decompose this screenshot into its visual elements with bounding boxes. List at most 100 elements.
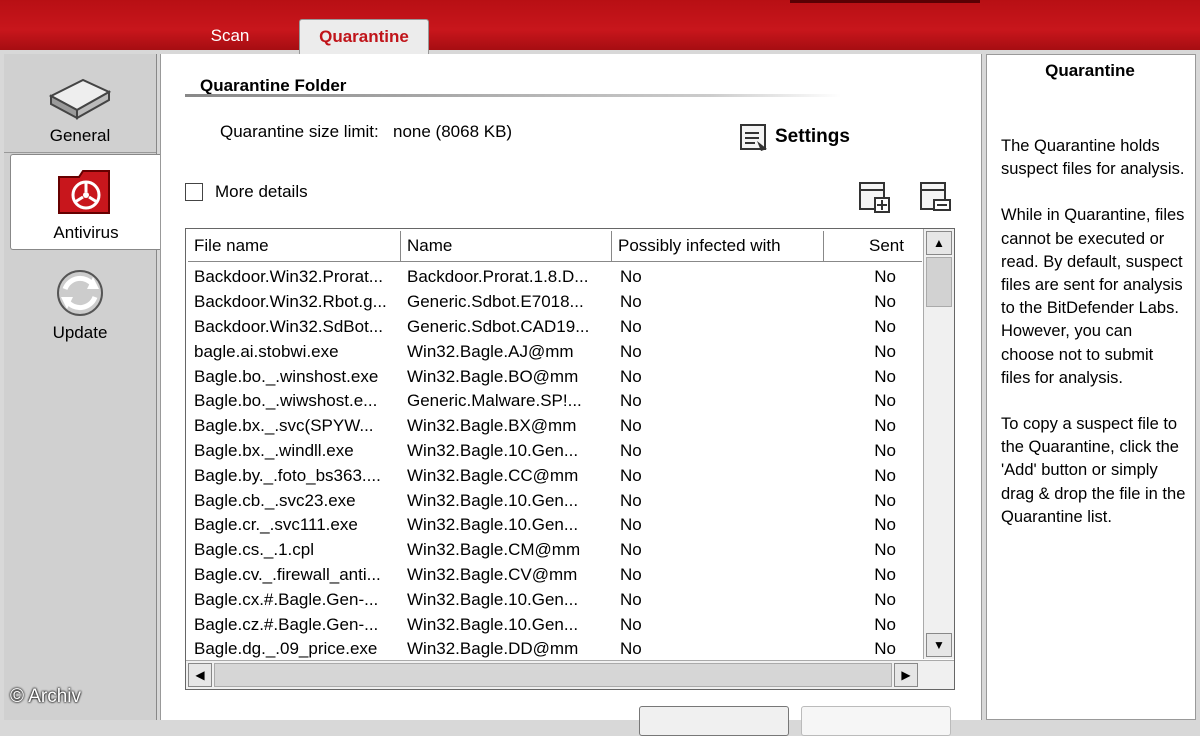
sidebar-item-label: Antivirus	[53, 223, 119, 242]
remove-file-icon[interactable]	[918, 180, 952, 214]
cell-file-name: Bagle.cz.#.Bagle.Gen-...	[194, 614, 379, 634]
cell-sent: No	[874, 316, 896, 336]
cell-infected-with: No	[620, 515, 642, 535]
column-header-name[interactable]: Name	[401, 231, 612, 261]
more-details-option[interactable]: More details	[185, 182, 308, 202]
cell-infected-with: No	[620, 440, 642, 460]
table-row[interactable]: Bagle.dg._.09_price.exe Win32.Bagle.DD@mm…	[188, 637, 922, 662]
cell-file-name: Bagle.bo._.wiwshost.e...	[194, 391, 378, 411]
cell-name: Win32.Bagle.10.Gen...	[407, 515, 579, 535]
table-row[interactable]: Bagle.by._.foto_bs363.... Win32.Bagle.CC@…	[188, 463, 922, 488]
column-header-file-name[interactable]: File name	[188, 231, 401, 261]
cell-name: Win32.Bagle.CC@mm	[407, 465, 579, 485]
table-row[interactable]: Bagle.cv._.firewall_anti... Win32.Bagle.C…	[188, 563, 922, 588]
dialog-button-secondary[interactable]	[801, 706, 951, 736]
quarantine-table[interactable]: File name Name Possibly infected with Se…	[185, 228, 955, 690]
size-limit-value: none (8068 KB)	[393, 122, 513, 141]
cell-file-name: Backdoor.Win32.Prorat...	[194, 267, 383, 287]
size-limit-label: Quarantine size limit:	[220, 122, 379, 141]
table-row[interactable]: Bagle.cz.#.Bagle.Gen-... Win32.Bagle.10.G…	[188, 612, 922, 637]
table-row[interactable]: Bagle.cr._.svc111.exe Win32.Bagle.10.Gen.…	[188, 513, 922, 538]
cell-file-name: Backdoor.Win32.Rbot.g...	[194, 292, 387, 312]
more-details-label: More details	[215, 182, 308, 201]
dialog-button-primary[interactable]	[639, 706, 789, 736]
cell-sent: No	[874, 391, 896, 411]
cell-infected-with: No	[620, 465, 642, 485]
sidebar-item-update[interactable]: Update	[4, 254, 156, 349]
help-paragraph: The Quarantine holds suspect files for a…	[1001, 137, 1185, 179]
settings-label: Settings	[775, 126, 850, 147]
help-title: Quarantine	[1045, 61, 1135, 80]
table-row[interactable]: Backdoor.Win32.Rbot.g... Generic.Sdbot.E7…	[188, 290, 922, 315]
cell-sent: No	[874, 639, 896, 659]
cell-file-name: Bagle.cx.#.Bagle.Gen-...	[194, 589, 379, 609]
title-band	[790, 0, 980, 3]
cell-infected-with: No	[620, 614, 642, 634]
cell-file-name: Bagle.cr._.svc111.exe	[194, 515, 358, 535]
scroll-right-icon[interactable]: ▶	[894, 663, 918, 687]
settings-icon	[740, 124, 767, 151]
table-row[interactable]: bagle.ai.stobwi.exe Win32.Bagle.AJ@mm No No	[188, 339, 922, 364]
cell-name: Win32.Bagle.AJ@mm	[407, 341, 574, 361]
cell-file-name: bagle.ai.stobwi.exe	[194, 341, 339, 361]
table-row[interactable]: Bagle.bo._.winshost.exe Win32.Bagle.BO@mm…	[188, 364, 922, 389]
sidebar: General Antivirus Update	[4, 54, 161, 720]
scroll-thumb[interactable]	[926, 257, 952, 307]
cell-sent: No	[874, 292, 896, 312]
cell-infected-with: No	[620, 416, 642, 436]
hard-drive-icon	[48, 78, 112, 120]
cell-sent: No	[874, 267, 896, 287]
sidebar-item-antivirus[interactable]: Antivirus	[10, 154, 161, 250]
cell-infected-with: No	[620, 292, 642, 312]
add-file-icon[interactable]	[857, 180, 891, 214]
cell-file-name: Bagle.dg._.09_price.exe	[194, 639, 378, 659]
cell-sent: No	[874, 440, 896, 460]
horizontal-scrollbar[interactable]: ◀ ▶	[186, 660, 954, 689]
cell-name: Win32.Bagle.10.Gen...	[407, 490, 579, 510]
quarantine-panel: Quarantine Folder Quarantine size limit:…	[160, 54, 982, 736]
table-row[interactable]: Bagle.cb._.svc23.exe Win32.Bagle.10.Gen..…	[188, 488, 922, 513]
cell-name: Win32.Bagle.10.Gen...	[407, 589, 579, 609]
cell-sent: No	[874, 490, 896, 510]
cell-sent: No	[874, 366, 896, 386]
cell-name: Win32.Bagle.BX@mm	[407, 416, 577, 436]
settings-button[interactable]: Settings	[739, 120, 850, 154]
horizontal-scroll-thumb[interactable]	[214, 663, 892, 687]
help-paragraph: While in Quarantine, files cannot be exe…	[1001, 206, 1185, 387]
table-row[interactable]: Bagle.bx._.svc(SPYW... Win32.Bagle.BX@mm N…	[188, 414, 922, 439]
table-row[interactable]: Bagle.cs._.1.cpl Win32.Bagle.CM@mm No No	[188, 538, 922, 563]
table-row[interactable]: Bagle.bx._.windll.exe Win32.Bagle.10.Gen.…	[188, 439, 922, 464]
cell-infected-with: No	[620, 366, 642, 386]
vertical-scrollbar[interactable]: ▲ ▼	[923, 229, 954, 659]
cell-infected-with: No	[620, 639, 642, 659]
table-row[interactable]: Backdoor.Win32.SdBot... Generic.Sdbot.CAD…	[188, 315, 922, 340]
cell-name: Generic.Malware.SP!...	[407, 391, 582, 411]
cell-sent: No	[874, 465, 896, 485]
cell-file-name: Bagle.bx._.svc(SPYW...	[194, 416, 374, 436]
help-paragraph: To copy a suspect file to the Quarantine…	[1001, 415, 1186, 526]
tab-quarantine[interactable]: Quarantine	[299, 19, 429, 54]
column-header-infected-with[interactable]: Possibly infected with	[612, 231, 824, 261]
scroll-left-icon[interactable]: ◀	[188, 663, 212, 687]
help-text: The Quarantine holds suspect files for a…	[1001, 135, 1187, 552]
cell-file-name: Bagle.bo._.winshost.exe	[194, 366, 379, 386]
cell-file-name: Bagle.by._.foto_bs363....	[194, 465, 381, 485]
cell-infected-with: No	[620, 564, 642, 584]
scroll-up-icon[interactable]: ▲	[926, 231, 952, 255]
more-details-checkbox[interactable]	[185, 183, 203, 201]
cell-name: Win32.Bagle.BO@mm	[407, 366, 579, 386]
tab-scan[interactable]: Scan	[188, 21, 272, 50]
section-divider	[185, 94, 841, 97]
cell-sent: No	[874, 589, 896, 609]
table-header: File name Name Possibly infected with Se…	[188, 231, 922, 262]
sidebar-item-general[interactable]: General	[4, 54, 156, 153]
help-panel: Quarantine The Quarantine holds suspect …	[986, 54, 1196, 720]
table-row[interactable]: Bagle.cx.#.Bagle.Gen-... Win32.Bagle.10.G…	[188, 587, 922, 612]
table-row[interactable]: Backdoor.Win32.Prorat... Backdoor.Prorat.…	[188, 265, 922, 290]
scroll-down-icon[interactable]: ▼	[926, 633, 952, 657]
table-row[interactable]: Bagle.bo._.wiwshost.e... Generic.Malware.…	[188, 389, 922, 414]
column-header-sent[interactable]: Sent	[824, 231, 922, 261]
cell-infected-with: No	[620, 316, 642, 336]
cell-file-name: Bagle.cs._.1.cpl	[194, 540, 315, 560]
cell-file-name: Bagle.cb._.svc23.exe	[194, 490, 356, 510]
